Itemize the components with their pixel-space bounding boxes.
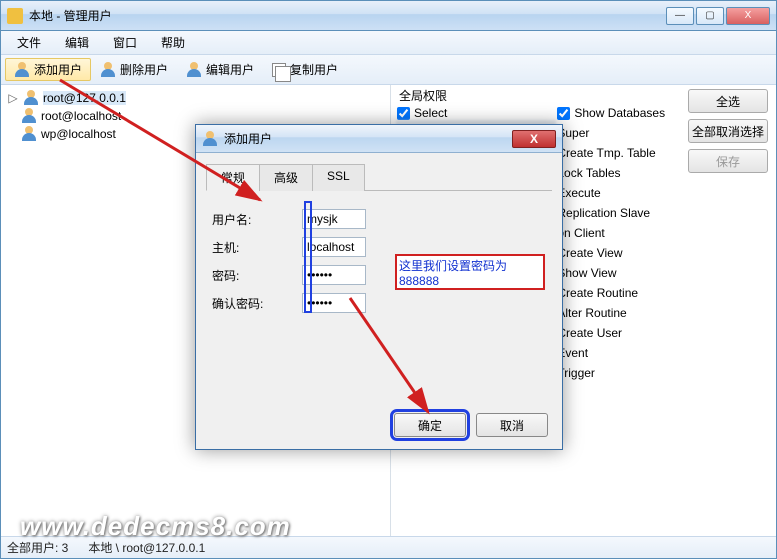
perm-row[interactable]: Create View	[557, 246, 665, 260]
delete-user-button[interactable]: 删除用户	[91, 58, 177, 81]
add-user-label: 添加用户	[34, 61, 82, 78]
perm-row[interactable]: Execute	[557, 186, 665, 200]
perm-row[interactable]: Trigger	[557, 366, 665, 380]
dialog-tabs: 常规 高级 SSL	[206, 163, 552, 191]
copy-user-label: 复制用户	[290, 61, 338, 78]
menu-edit[interactable]: 编辑	[55, 32, 99, 53]
copy-icon	[272, 63, 286, 77]
delete-user-label: 删除用户	[120, 61, 168, 78]
tree-item[interactable]: root@localhost	[7, 107, 384, 125]
copy-user-button[interactable]: 复制用户	[263, 58, 347, 81]
add-user-button[interactable]: 添加用户	[5, 58, 91, 81]
dialog-buttons: 确定 取消	[394, 413, 548, 437]
tab-general[interactable]: 常规	[206, 164, 260, 191]
perm-row[interactable]: Create Tmp. Table	[557, 146, 665, 160]
perm-row[interactable]: Create User	[557, 326, 665, 340]
perm-row[interactable]: Select	[397, 106, 447, 120]
user-icon	[23, 90, 39, 106]
perm-label: Select	[414, 106, 447, 120]
watermark: www.dedecms8.com	[20, 511, 291, 542]
perm-label: Show Databases	[574, 106, 665, 120]
perm-label: Create Routine	[557, 286, 638, 300]
perm-row[interactable]: Event	[557, 346, 665, 360]
host-label: 主机:	[212, 239, 302, 256]
perm-label: Execute	[557, 186, 600, 200]
ok-button[interactable]: 确定	[394, 413, 466, 437]
tree-twisty-icon: ▷	[7, 91, 19, 105]
perm-row[interactable]: Show View	[557, 266, 665, 280]
tree-item[interactable]: ▷ root@127.0.0.1	[7, 89, 384, 107]
minimize-button[interactable]: —	[666, 7, 694, 25]
window-buttons: — ▢ X	[666, 7, 770, 25]
menu-window[interactable]: 窗口	[103, 32, 147, 53]
dialog-icon	[202, 131, 218, 147]
perm-row[interactable]: on Client	[557, 226, 665, 240]
app-icon	[7, 8, 23, 24]
edit-user-button[interactable]: 编辑用户	[177, 58, 263, 81]
user-plus-icon	[14, 62, 30, 78]
menubar: 文件 编辑 窗口 帮助	[1, 31, 776, 55]
deselect-all-button[interactable]: 全部取消选择	[688, 119, 768, 143]
confirm-label: 确认密码:	[212, 295, 302, 312]
menu-file[interactable]: 文件	[7, 32, 51, 53]
perm-label: Create User	[557, 326, 622, 340]
select-all-button[interactable]: 全选	[688, 89, 768, 113]
perm-label: Create View	[557, 246, 622, 260]
user-icon	[21, 126, 37, 142]
perm-label: Lock Tables	[557, 166, 620, 180]
perm-label: Create Tmp. Table	[557, 146, 655, 160]
cancel-button[interactable]: 取消	[476, 413, 548, 437]
perm-label: Show View	[557, 266, 616, 280]
tab-ssl[interactable]: SSL	[312, 164, 365, 191]
username-label: 用户名:	[212, 211, 302, 228]
tab-advanced[interactable]: 高级	[259, 164, 313, 191]
perm-label: Replication Slave	[557, 206, 650, 220]
user-icon	[21, 108, 37, 124]
toolbar: 添加用户 删除用户 编辑用户 复制用户	[1, 55, 776, 85]
password-label: 密码:	[212, 267, 302, 284]
save-button[interactable]: 保存	[688, 149, 768, 173]
perm-row[interactable]: Alter Routine	[557, 306, 665, 320]
callout-text: 这里我们设置密码为888888	[399, 257, 541, 288]
close-button[interactable]: X	[726, 7, 770, 25]
titlebar: 本地 - 管理用户 — ▢ X	[1, 1, 776, 31]
perm-row[interactable]: Show Databases	[557, 106, 665, 120]
perm-row[interactable]: Replication Slave	[557, 206, 665, 220]
tree-item-label: wp@localhost	[41, 127, 116, 141]
edit-user-label: 编辑用户	[206, 61, 254, 78]
perm-checkbox[interactable]	[557, 107, 570, 120]
window-title: 本地 - 管理用户	[29, 7, 666, 24]
perm-row[interactable]: Lock Tables	[557, 166, 665, 180]
user-edit-icon	[186, 62, 202, 78]
dialog-body: 常规 高级 SSL 用户名: 主机: 密码:	[196, 153, 562, 349]
perm-label: on Client	[557, 226, 604, 240]
dialog-titlebar: 添加用户 X	[196, 125, 562, 153]
dialog-title: 添加用户	[224, 130, 512, 147]
maximize-button[interactable]: ▢	[696, 7, 724, 25]
user-minus-icon	[100, 62, 116, 78]
menu-help[interactable]: 帮助	[151, 32, 195, 53]
tree-item-label: root@127.0.0.1	[43, 91, 126, 105]
tree-item-label: root@localhost	[41, 109, 121, 123]
dialog-close-button[interactable]: X	[512, 130, 556, 148]
side-buttons: 全选 全部取消选择 保存	[688, 89, 768, 173]
perm-label: Alter Routine	[557, 306, 626, 320]
perm-checkbox[interactable]	[397, 107, 410, 120]
perm-row[interactable]: Super	[557, 126, 665, 140]
perm-row[interactable]: Create Routine	[557, 286, 665, 300]
annotation-callout: 这里我们设置密码为888888	[395, 254, 545, 290]
field-highlight-box	[304, 201, 312, 313]
